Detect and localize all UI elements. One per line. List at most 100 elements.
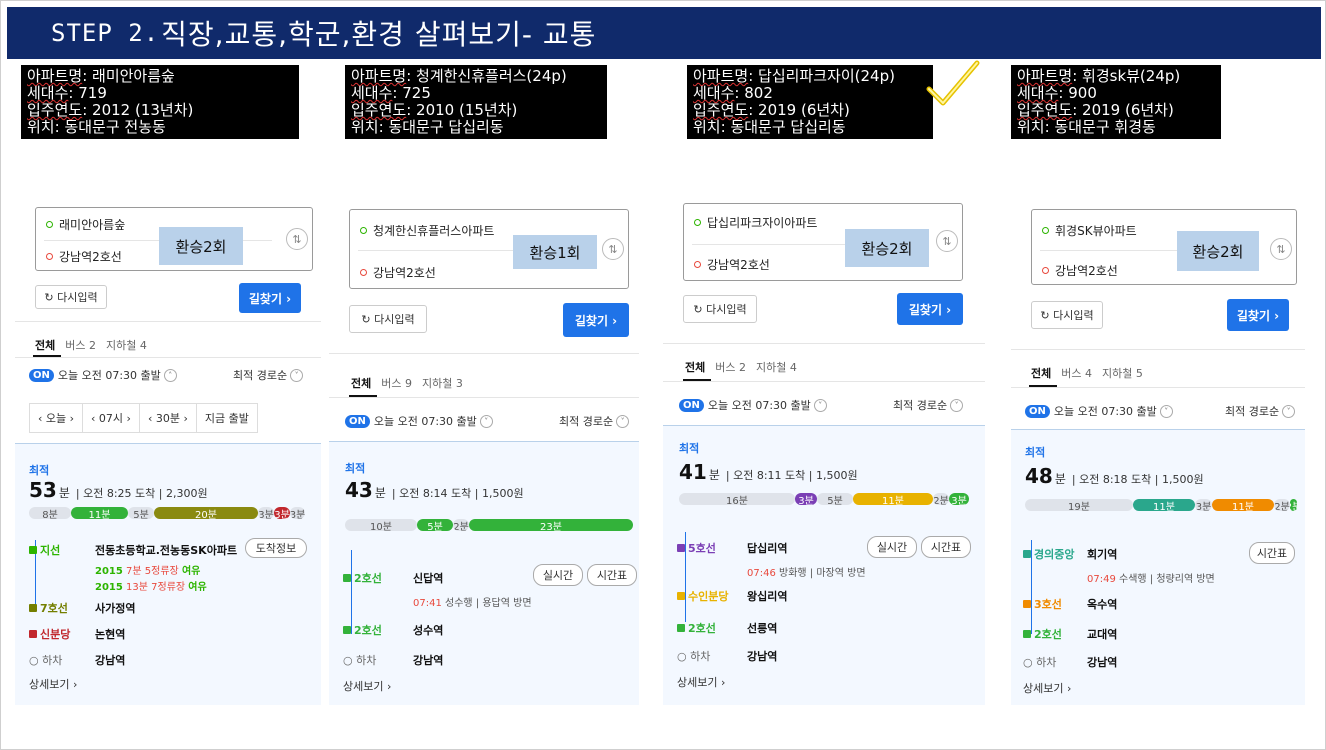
route-segment-walk: 3분 [290,507,305,519]
slide: STEP 2. 직장,교통,학군,환경 살펴보기- 교통 아파트명: 래미안아름… [0,0,1326,750]
find-route-button[interactable]: 길찾기 › [239,283,301,313]
line-label-2: 2호선 [677,620,716,636]
transfer-count-label: 환승1회 [513,235,597,269]
chevron-down-icon: ˅ [616,414,630,428]
departure-setting[interactable]: ON 오늘 오전 07:30 출발 ˅ [679,397,827,413]
detail-link[interactable]: 상세보기 › [677,674,725,690]
route-duration: 48 분 | 오전 8:18 도착 | 1,500원 [1025,464,1204,488]
now-button[interactable]: 지금 출발 [195,403,258,433]
origin-field[interactable]: 청계한신휴플러스아파트 [360,222,494,239]
tab-bus[interactable]: 버스 2 [65,337,96,353]
detail-link[interactable]: 상세보기 › [343,678,391,694]
route-duration: 53 분 | 오전 8:25 도착 | 2,300원 [29,478,208,502]
chevron-down-icon: ˅ [950,398,964,412]
tab-bus[interactable]: 버스 2 [715,359,746,375]
reset-button[interactable]: ↻ 다시입력 [683,295,757,323]
detail-link[interactable]: 상세보기 › [1023,680,1071,696]
line-label-3: 3호선 [1023,596,1062,612]
minute-selector[interactable]: ‹ 30분 › [138,403,197,433]
route-segment-red: 3분 [274,507,290,519]
route-segment-purple: 3분 [795,493,817,505]
route-segment-green: 23분 [469,519,633,531]
tab-all[interactable]: 전체 [351,375,371,391]
refresh-icon: ↻ [44,290,58,304]
line-label-7: 7호선 [29,600,68,616]
sort-dropdown[interactable]: 최적 경로순 ˅ [1225,403,1296,419]
route-segment-walk: 3분 [1195,499,1212,511]
route-panel-3: 답십리파크자이아파트 강남역2호선 ⇅ 환승2회 ↻ 다시입력 길찾기 › 전체… [663,197,985,705]
tab-subway[interactable]: 지하철 4 [756,359,797,375]
line-label-2: 2호선 [343,622,382,638]
route-segment-green: 2분 [1290,499,1297,511]
find-route-button[interactable]: 길찾기 › [1227,299,1289,331]
slide-title: 직장,교통,학군,환경 살펴보기- 교통 [161,18,597,51]
tab-subway[interactable]: 지하철 3 [422,375,463,391]
route-segment-walk: 10분 [345,519,417,531]
route-segment-walk: 5분 [817,493,853,505]
best-route[interactable]: 최적 43 분 | 오전 8:14 도착 | 1,500원 10분 5분 2분 23분 2… [329,441,639,705]
departure-setting[interactable]: ON 오늘 오전 07:30 출발 ˄ [29,367,177,383]
sort-dropdown[interactable]: 최적 경로순 ˅ [559,413,630,429]
route-tabs: 전체 버스 2 지하철 4 [35,337,147,353]
tab-bus[interactable]: 버스 4 [1061,365,1092,381]
reset-button[interactable]: ↻ 다시입력 [349,305,427,333]
reset-button[interactable]: ↻ 다시입력 [1031,301,1103,329]
tab-all[interactable]: 전체 [35,337,55,353]
swap-icon[interactable]: ⇅ [602,238,624,260]
timetable-button[interactable]: 시간표 [921,536,971,558]
on-badge: ON [29,368,54,382]
hour-selector[interactable]: ‹ 07시 › [82,403,140,433]
arrival-info-button[interactable]: 도착정보 [245,538,307,558]
line-label-2: 2호선 [343,570,382,586]
route-time-bar: 10분 5분 2분 23분 [345,518,633,532]
detail-link[interactable]: 상세보기 › [29,676,77,692]
tab-all[interactable]: 전체 [685,359,705,375]
route-segment-walk: 3분 [258,507,274,519]
tab-subway[interactable]: 지하철 4 [106,337,147,353]
apartment-info-1: 아파트명: 래미안아름숲 세대수: 719 입주연도: 2012 (13년차) … [21,65,299,139]
find-route-button[interactable]: 길찾기 › [897,293,963,325]
route-segment-orange: 11분 [1212,499,1274,511]
route-duration: 43 분 | 오전 8:14 도착 | 1,500원 [345,478,524,502]
route-segment-teal: 11분 [1133,499,1195,511]
origin-field[interactable]: 휘경SK뷰아파트 [1042,222,1137,239]
origin-field[interactable]: 래미안아름숲 [46,216,125,233]
timetable-button[interactable]: 시간표 [587,564,637,586]
best-route[interactable]: 최적 41 분 | 오전 8:11 도착 | 1,500원 16분 3분 5분 11분 2분… [663,425,985,705]
reset-button[interactable]: ↻ 다시입력 [35,285,107,309]
destination-field[interactable]: 강남역2호선 [694,256,770,273]
destination-field[interactable]: 강남역2호선 [1042,262,1118,279]
refresh-icon: ↻ [1040,308,1054,322]
line-label-gyeongui-jungang: 경의중앙 [1023,546,1074,562]
timetable-button[interactable]: 시간표 [1249,542,1295,564]
origin-field[interactable]: 답십리파크자이아파트 [694,214,817,231]
swap-icon[interactable]: ⇅ [286,228,308,250]
departure-setting[interactable]: ON 오늘 오전 07:30 출발 ˅ [345,413,493,429]
tab-bus[interactable]: 버스 9 [381,375,412,391]
tab-all[interactable]: 전체 [1031,365,1051,381]
route-segment-yellow: 11분 [853,493,933,505]
destination-field[interactable]: 강남역2호선 [46,248,122,265]
chevron-down-icon: ˅ [1282,404,1296,418]
sort-dropdown[interactable]: 최적 경로순 ˅ [893,397,964,413]
sort-dropdown[interactable]: 최적 경로순 ˅ [233,367,304,383]
route-segment-walk: 19분 [1025,499,1133,511]
swap-icon[interactable]: ⇅ [936,230,958,252]
title-banner: STEP 2. 직장,교통,학군,환경 살펴보기- 교통 [7,7,1321,59]
line-label-sinbundang: 신분당 [29,626,70,642]
departure-setting[interactable]: ON 오늘 오전 07:30 출발 ˅ [1025,403,1173,419]
line-label-2: 2호선 [1023,626,1062,642]
tab-subway[interactable]: 지하철 5 [1102,365,1143,381]
find-route-button[interactable]: 길찾기 › [563,303,629,337]
line-label-5: 5호선 [677,540,716,556]
realtime-button[interactable]: 실시간 [867,536,917,558]
day-selector[interactable]: ‹ 오늘 › [29,403,84,433]
realtime-button[interactable]: 실시간 [533,564,583,586]
destination-field[interactable]: 강남역2호선 [360,264,436,281]
route-tabs: 전체 버스 4 지하철 5 [1031,365,1143,381]
best-route[interactable]: 최적 53 분 | 오전 8:25 도착 | 2,300원 8분 11분 5분 20분 3분… [15,443,321,705]
chevron-down-icon: ˅ [479,414,493,428]
swap-icon[interactable]: ⇅ [1270,238,1292,260]
route-segment-olive: 20분 [154,507,258,519]
best-route[interactable]: 최적 48 분 | 오전 8:18 도착 | 1,500원 19분 11분 3분 11분 2… [1011,429,1305,705]
